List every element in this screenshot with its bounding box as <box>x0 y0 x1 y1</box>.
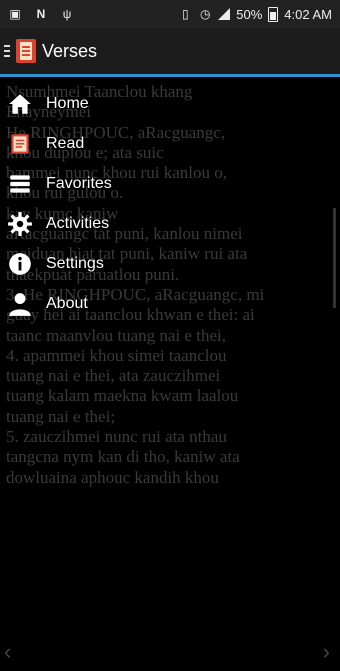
app-logo-icon <box>16 39 36 63</box>
menu-item-label: Activities <box>46 215 110 232</box>
menu-item-favorites[interactable]: Favorites <box>6 164 126 204</box>
favorites-icon <box>6 170 34 198</box>
next-chevron-icon[interactable]: › <box>323 639 330 665</box>
battery-icon <box>268 6 279 22</box>
read-icon <box>6 130 34 158</box>
battery-percent: 50% <box>236 6 263 22</box>
n-notification-icon: N <box>36 7 46 21</box>
menu-item-settings[interactable]: Settings <box>6 244 126 284</box>
menu-item-label: About <box>46 295 88 312</box>
usb-icon: ψ <box>62 7 72 21</box>
menu-icon[interactable] <box>4 45 10 57</box>
app-bar: Verses <box>0 28 340 74</box>
menu-item-label: Settings <box>46 255 104 272</box>
menu-item-about[interactable]: About <box>6 284 126 324</box>
status-left: ▣ N ψ <box>8 7 74 21</box>
image-notification-icon: ▣ <box>9 7 21 21</box>
alarm-icon: ◷ <box>200 7 211 21</box>
menu-item-label: Home <box>46 95 89 112</box>
menu-item-label: Read <box>46 135 85 152</box>
status-right: ▯ ◷ 50% 4:02 AM <box>178 6 332 22</box>
menu-item-read[interactable]: Read <box>6 124 126 164</box>
gear-icon <box>6 210 34 238</box>
vibrate-icon: ▯ <box>181 7 189 21</box>
signal-icon <box>218 8 231 20</box>
status-bar: ▣ N ψ ▯ ◷ 50% 4:02 AM <box>0 0 340 28</box>
page-title: Verses <box>42 40 98 61</box>
menu-item-home[interactable]: Home <box>6 84 126 124</box>
app-bar-divider <box>0 74 340 77</box>
info-icon <box>6 250 34 278</box>
menu-item-activities[interactable]: Activities <box>6 204 126 244</box>
previous-chevron-icon[interactable]: ‹ <box>4 639 11 665</box>
person-icon <box>6 290 34 318</box>
navigation-drawer: Home Read Favorites Activities Settings … <box>6 84 126 324</box>
clock: 4:02 AM <box>284 6 332 22</box>
scrollbar[interactable] <box>333 208 336 308</box>
menu-item-label: Favorites <box>46 175 112 192</box>
home-icon <box>6 90 34 118</box>
